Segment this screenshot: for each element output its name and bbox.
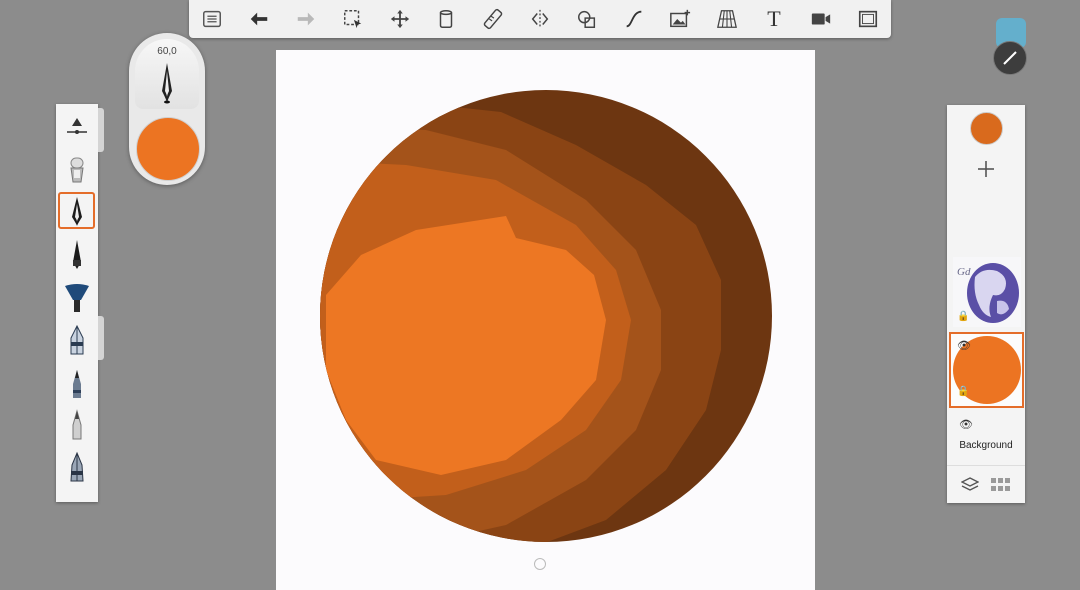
redo-icon: [297, 12, 315, 26]
airbrush-icon: [70, 157, 84, 183]
selection-icon: [343, 10, 362, 29]
layers-icon[interactable]: [961, 476, 979, 494]
layer-item-globe[interactable]: Gd 🔒: [953, 257, 1021, 327]
fan-brush[interactable]: [59, 280, 95, 316]
fountain-pen-icon: [73, 240, 81, 269]
airbrush[interactable]: [59, 152, 95, 188]
image-import-icon: [670, 9, 691, 28]
shape-icon: [577, 10, 595, 28]
brush-panel-tab-middle[interactable]: [98, 316, 104, 360]
video-button[interactable]: [804, 4, 838, 34]
brush-panel-tab-top[interactable]: [98, 108, 104, 152]
text-button[interactable]: T: [757, 4, 791, 34]
layer-item-background[interactable]: 👁 Background: [949, 408, 1023, 458]
eye-icon[interactable]: 👁: [959, 418, 973, 431]
fill-icon: [440, 10, 453, 28]
lock-icon[interactable]: 🔒: [957, 386, 969, 397]
selection-button[interactable]: [336, 4, 370, 34]
size-slider-icon: [67, 118, 87, 134]
layer-item-orange-circle[interactable]: 👁 🔒: [949, 332, 1024, 408]
shape-button[interactable]: [570, 4, 604, 34]
perspective-grid-button[interactable]: [710, 4, 744, 34]
marker[interactable]: [59, 322, 95, 358]
pencil-edit-icon: [1003, 51, 1017, 65]
plus-icon: [978, 161, 994, 177]
add-layer-button[interactable]: [972, 155, 1000, 183]
layer-panel-footer: [947, 465, 1025, 504]
symmetry-icon: [531, 9, 549, 29]
top-toolbar: T: [189, 0, 891, 38]
grid-icon[interactable]: [991, 476, 1011, 494]
ruler-button[interactable]: [476, 4, 510, 34]
perspective-grid-icon: [717, 10, 738, 28]
page-indicator-dot: [534, 558, 546, 570]
layers-panel: Gd 🔒 👁 🔒 👁 Background: [947, 105, 1025, 503]
technical-pen[interactable]: [59, 449, 95, 485]
transform-icon: [390, 9, 409, 29]
symmetry-button[interactable]: [523, 4, 557, 34]
svg-text:Gd: Gd: [957, 266, 971, 278]
fullscreen-icon: [858, 10, 877, 28]
pencil-icon: [73, 370, 81, 398]
brush-puck[interactable]: 60,0: [129, 33, 205, 185]
undo-icon: [250, 12, 268, 26]
brush-size-label: 60,0: [157, 46, 177, 57]
gallery-button[interactable]: [195, 4, 229, 34]
edit-mode-button[interactable]: [993, 41, 1027, 75]
ink-pen-icon: [71, 196, 82, 226]
current-color-swatch[interactable]: [136, 117, 200, 181]
artwork: [320, 90, 772, 542]
brush-size-slider[interactable]: [59, 110, 95, 146]
text-icon: T: [767, 6, 781, 31]
technical-pen-icon: [70, 451, 84, 482]
layer-color-swatch[interactable]: [970, 112, 1003, 145]
transform-button[interactable]: [383, 4, 417, 34]
fullscreen-button[interactable]: [851, 4, 885, 34]
curve-button[interactable]: [617, 4, 651, 34]
eye-icon[interactable]: 👁: [957, 339, 971, 352]
fan-brush-icon: [65, 284, 89, 312]
ruler-icon: [483, 8, 503, 30]
curve-icon: [625, 10, 642, 28]
brush-size-preview[interactable]: 60,0: [135, 39, 199, 109]
gallery-icon: [203, 10, 222, 28]
background-layer-label: Background: [959, 440, 1013, 451]
fountain-pen[interactable]: [59, 236, 95, 272]
lock-icon[interactable]: 🔒: [957, 311, 969, 322]
drawing-canvas[interactable]: [276, 50, 815, 590]
pen-nib-icon: [162, 63, 172, 104]
undo-button[interactable]: [242, 4, 276, 34]
hard-pencil[interactable]: [59, 407, 95, 443]
image-import-button[interactable]: [663, 4, 697, 34]
fill-button[interactable]: [429, 4, 463, 34]
hard-pencil-icon: [72, 409, 82, 440]
ink-pen[interactable]: [58, 192, 95, 229]
marker-icon: [70, 324, 84, 355]
video-icon: [811, 13, 830, 25]
redo-button[interactable]: [289, 4, 323, 34]
pencil[interactable]: [59, 366, 95, 402]
brush-library: [56, 104, 104, 502]
